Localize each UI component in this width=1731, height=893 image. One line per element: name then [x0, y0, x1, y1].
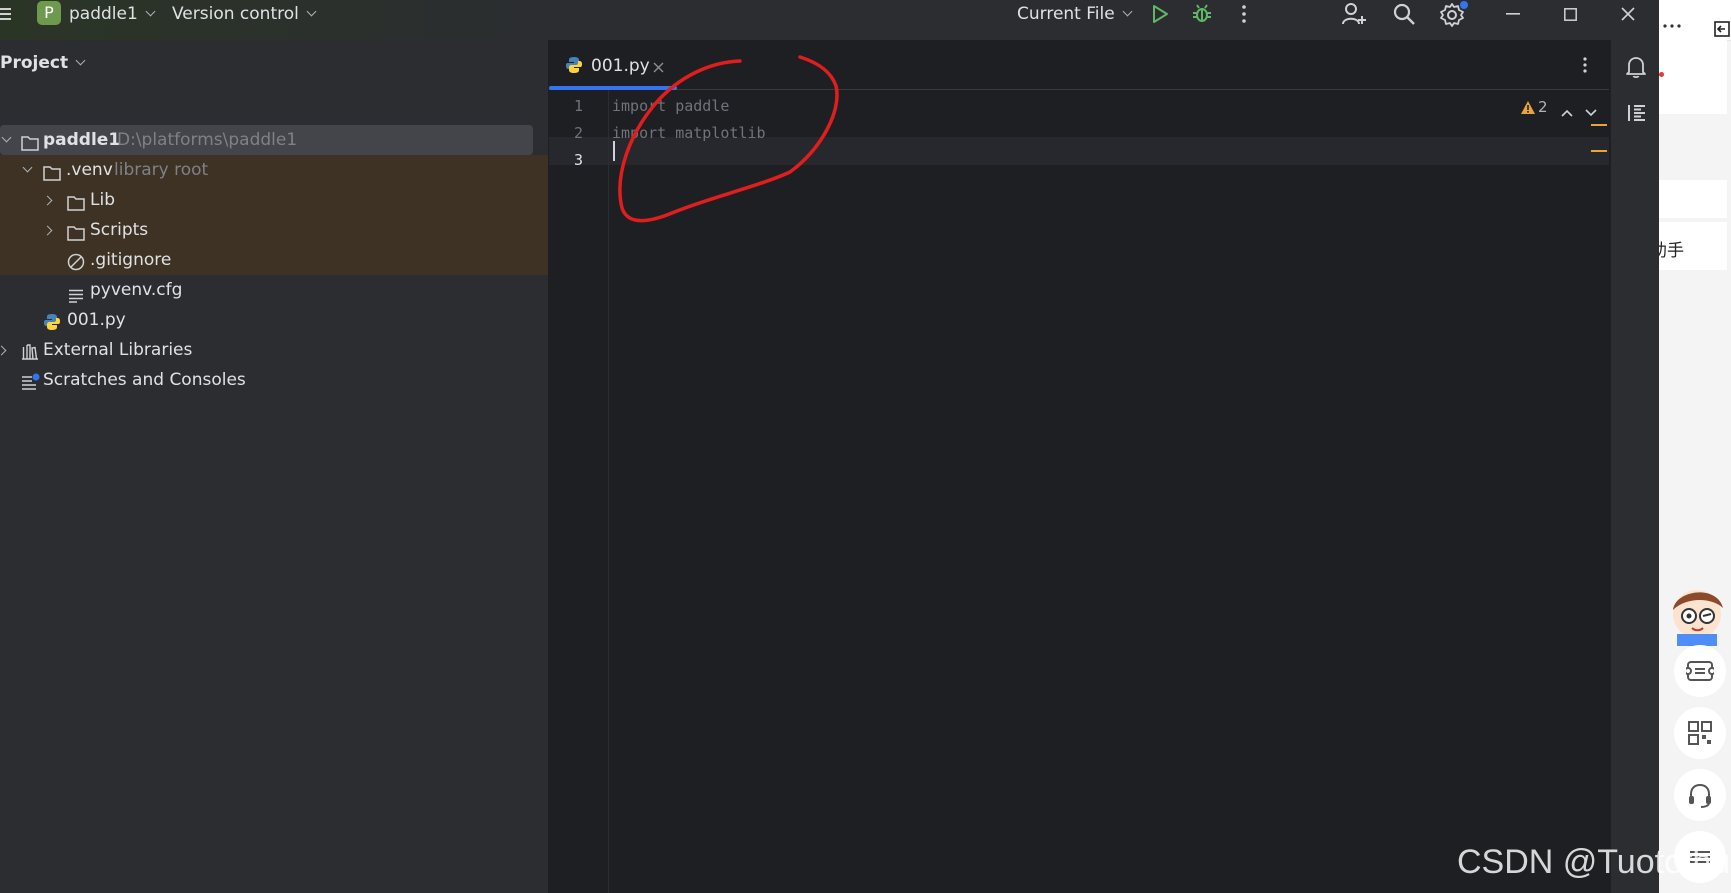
- warning-stripe-mark[interactable]: [1591, 124, 1607, 126]
- coupon-button[interactable]: [1674, 645, 1726, 697]
- chevron-right-icon[interactable]: [42, 225, 53, 236]
- editor-area: 001.py 1 2 3 import paddle import matplo…: [549, 40, 1609, 893]
- project-badge: P: [37, 1, 61, 25]
- line-number-current: 3: [574, 151, 584, 169]
- tree-item-label: Scratches and Consoles: [43, 370, 246, 390]
- qr-code-icon: [1688, 721, 1712, 745]
- run-icon[interactable]: [1148, 0, 1172, 28]
- next-highlight-icon[interactable]: [1585, 102, 1597, 121]
- close-window-icon[interactable]: [1616, 0, 1640, 28]
- tree-item-path: D:\platforms\paddle1: [117, 130, 298, 150]
- main-menu-icon[interactable]: [0, 8, 11, 20]
- version-control-label: Version control: [172, 4, 299, 24]
- tree-item-001-py[interactable]: 001.py: [0, 305, 548, 335]
- maximize-icon[interactable]: [1558, 0, 1582, 28]
- more-icon[interactable]: [1663, 13, 1681, 32]
- tree-item-label: .gitignore: [90, 250, 172, 270]
- warning-stripe-mark[interactable]: [1591, 150, 1607, 152]
- line-number: 2: [574, 124, 584, 142]
- browser-side-panel: 助手: [1659, 0, 1731, 893]
- code-line[interactable]: import matplotlib: [612, 124, 766, 142]
- tree-item-label: .venv: [66, 160, 113, 180]
- browser-card: [1659, 180, 1727, 218]
- line-number-gutter: [549, 90, 609, 893]
- scratches-icon: [21, 371, 41, 401]
- tree-item-label: External Libraries: [43, 340, 193, 360]
- minimize-icon[interactable]: [1501, 0, 1525, 28]
- tab-label: 001.py: [591, 56, 650, 76]
- headset-icon: [1689, 783, 1711, 808]
- project-panel-header[interactable]: Project: [0, 53, 86, 73]
- warning-count: 2: [1538, 98, 1548, 116]
- run-configuration-selector[interactable]: Current File: [1017, 0, 1133, 28]
- line-number: 1: [574, 97, 584, 115]
- notifications-bell-icon[interactable]: [1625, 55, 1647, 83]
- run-config-label: Current File: [1017, 4, 1115, 24]
- chevron-down-icon[interactable]: [1, 132, 12, 143]
- right-tool-stripe: [1610, 40, 1660, 893]
- chevron-down-icon: [306, 6, 317, 17]
- tree-item-label: Lib: [90, 190, 115, 210]
- tree-item-pyvenv-cfg[interactable]: pyvenv.cfg: [0, 275, 548, 305]
- project-panel-title: Project: [0, 53, 69, 73]
- editor-tab-001-py[interactable]: 001.py: [549, 40, 677, 90]
- more-actions-icon[interactable]: [1236, 0, 1252, 28]
- collapse-panel-icon[interactable]: [1714, 21, 1730, 41]
- tree-item-external-libraries[interactable]: External Libraries: [0, 335, 548, 365]
- project-tool-window: Project paddle1 D:\platforms\paddle1 .ve…: [0, 40, 549, 893]
- tree-item-venv[interactable]: .venv library root: [0, 155, 548, 185]
- support-button[interactable]: [1674, 769, 1726, 821]
- settings-gear-icon[interactable]: [1439, 0, 1469, 28]
- warning-icon[interactable]: [1520, 100, 1536, 119]
- structure-icon[interactable]: [1627, 103, 1647, 127]
- previous-highlight-icon[interactable]: [1561, 102, 1573, 121]
- notification-dot: [1659, 72, 1664, 77]
- chevron-down-icon: [145, 6, 156, 17]
- chevron-right-icon[interactable]: [42, 195, 53, 206]
- browser-card: [1659, 40, 1727, 114]
- debug-icon[interactable]: [1189, 0, 1215, 28]
- tree-item-scripts[interactable]: Scripts: [0, 215, 548, 245]
- tree-item-label: paddle1: [43, 130, 121, 150]
- coupon-icon: [1686, 661, 1714, 681]
- qr-code-button[interactable]: [1674, 707, 1726, 759]
- title-bar: P paddle1 Version control Current File: [0, 0, 1659, 40]
- search-icon[interactable]: [1390, 0, 1418, 28]
- tree-item-label: Scripts: [90, 220, 149, 240]
- chevron-right-icon[interactable]: [0, 345, 7, 356]
- tree-item-hint: library root: [114, 160, 209, 180]
- tree-item-label: pyvenv.cfg: [90, 280, 183, 300]
- chevron-down-icon: [1122, 6, 1133, 17]
- editor-tab-bar: 001.py: [549, 40, 1609, 90]
- tree-item-paddle1[interactable]: paddle1 D:\platforms\paddle1: [0, 125, 548, 155]
- assistant-label[interactable]: 助手: [1659, 236, 1684, 261]
- project-name: paddle1: [69, 4, 138, 24]
- project-switcher[interactable]: paddle1: [69, 0, 156, 28]
- tree-item-lib[interactable]: Lib: [0, 185, 548, 215]
- tree-item-gitignore[interactable]: .gitignore: [0, 245, 548, 275]
- add-user-icon[interactable]: [1340, 0, 1368, 28]
- text-caret: [613, 141, 615, 161]
- tree-item-scratches-and-consoles[interactable]: Scratches and Consoles: [0, 365, 548, 395]
- mascot-avatar-icon[interactable]: [1667, 580, 1729, 650]
- close-tab-icon[interactable]: [653, 58, 664, 77]
- csdn-watermark: CSDN @Tuotothua: [1457, 843, 1731, 881]
- version-control-menu[interactable]: Version control: [172, 0, 317, 28]
- tab-options-icon[interactable]: [1583, 57, 1587, 77]
- chevron-down-icon: [75, 55, 86, 66]
- chevron-down-icon[interactable]: [22, 162, 33, 173]
- python-file-icon: [565, 56, 583, 78]
- code-line[interactable]: import paddle: [612, 97, 729, 115]
- tree-item-label: 001.py: [67, 310, 126, 330]
